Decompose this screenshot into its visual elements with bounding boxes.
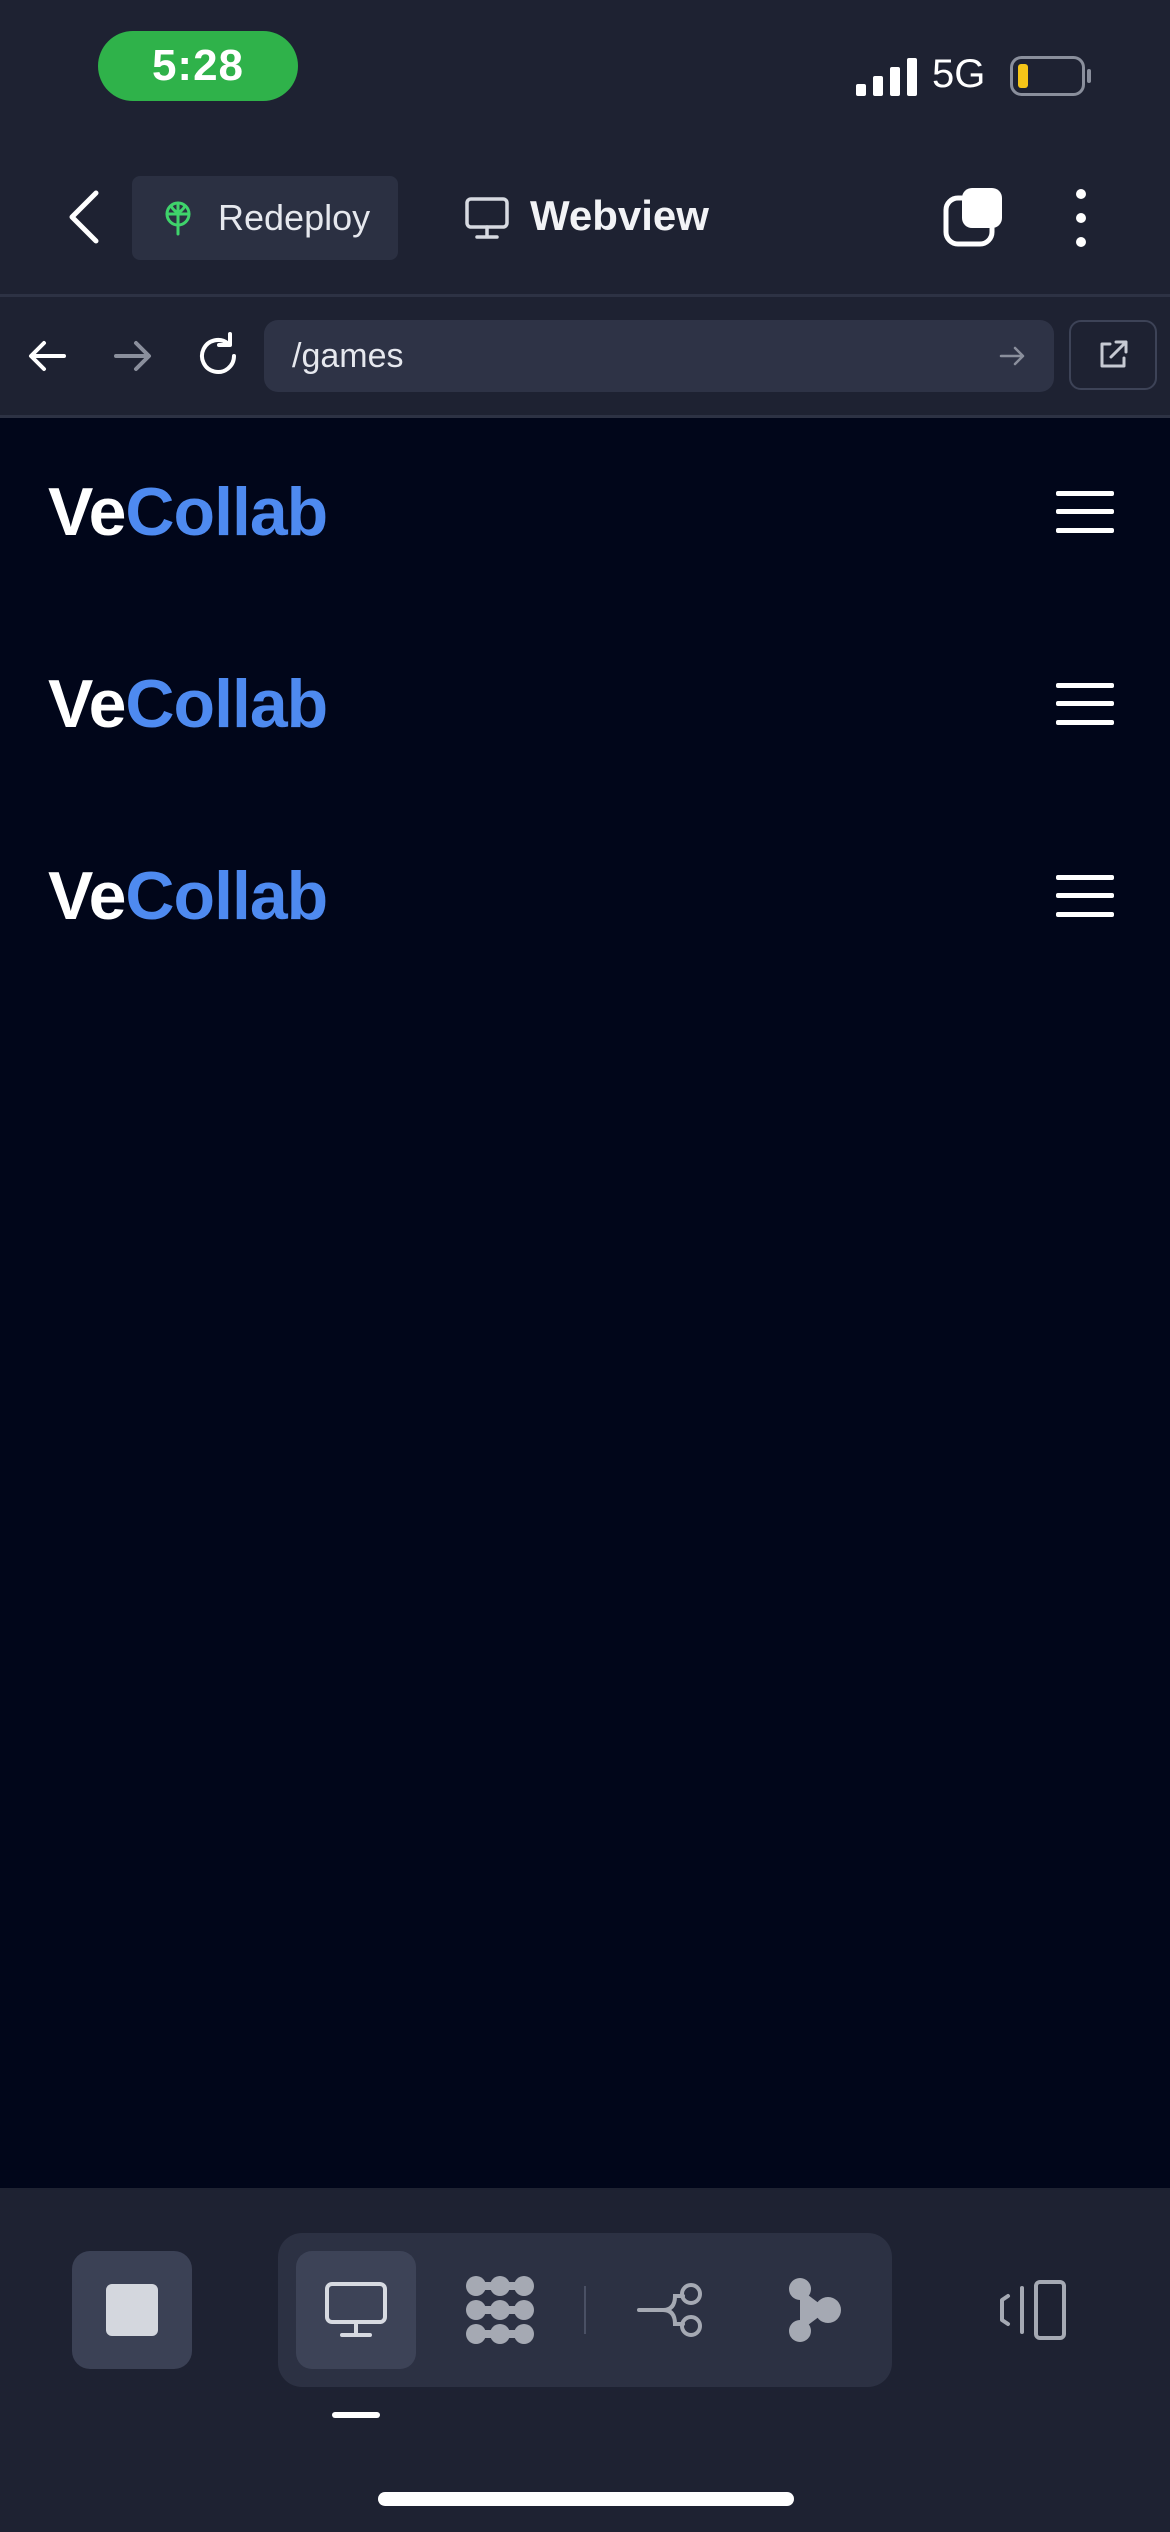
external-link-icon bbox=[1100, 340, 1128, 368]
status-time: 5:28 bbox=[98, 31, 298, 101]
site-header: VeCollab bbox=[0, 644, 1170, 764]
arrow-left-icon[interactable] bbox=[24, 333, 70, 379]
site-header: VeCollab bbox=[0, 452, 1170, 572]
panel-toggle-icon bbox=[1000, 2280, 1066, 2340]
assets-icon bbox=[466, 2276, 534, 2344]
home-indicator[interactable] bbox=[378, 2492, 794, 2506]
active-tool-indicator bbox=[332, 2412, 380, 2418]
more-options-icon[interactable] bbox=[1070, 186, 1092, 250]
logo-collab: Collab bbox=[125, 666, 328, 742]
site-logo[interactable]: VeCollab bbox=[48, 452, 328, 572]
site-header: VeCollab bbox=[0, 836, 1170, 956]
open-external-button[interactable] bbox=[1069, 320, 1157, 390]
tabs-icon[interactable] bbox=[942, 186, 1004, 248]
webview-icon bbox=[325, 2282, 387, 2337]
hamburger-menu-icon[interactable] bbox=[1056, 680, 1114, 728]
logo-collab: Collab bbox=[125, 858, 328, 934]
tool-separator bbox=[584, 2286, 586, 2334]
site-logo[interactable]: VeCollab bbox=[48, 644, 328, 764]
network-label: 5G bbox=[932, 52, 986, 96]
arrow-right-icon[interactable] bbox=[110, 333, 156, 379]
assets-tool-button[interactable] bbox=[440, 2251, 560, 2369]
graph-tool-button[interactable] bbox=[610, 2251, 730, 2369]
go-arrow-icon[interactable] bbox=[998, 341, 1028, 371]
pipeline-tool-button[interactable] bbox=[754, 2251, 874, 2369]
monitor-icon bbox=[465, 197, 509, 239]
hamburger-menu-icon[interactable] bbox=[1056, 872, 1114, 920]
battery-icon bbox=[1010, 56, 1091, 96]
url-text: /games bbox=[292, 336, 404, 375]
logo-collab: Collab bbox=[125, 474, 328, 550]
panel-toggle-button[interactable] bbox=[994, 2274, 1074, 2346]
redeploy-icon bbox=[165, 201, 191, 236]
reload-icon[interactable] bbox=[192, 330, 244, 382]
site-logo[interactable]: VeCollab bbox=[48, 836, 328, 956]
status-bar: 5:28 5G bbox=[0, 0, 1170, 140]
stop-icon bbox=[106, 2284, 158, 2336]
back-chevron-icon[interactable] bbox=[60, 185, 110, 249]
logo-ve: Ve bbox=[48, 666, 126, 742]
url-input[interactable]: /games bbox=[264, 320, 1054, 392]
logo-ve: Ve bbox=[48, 858, 126, 934]
webview-tool-button[interactable] bbox=[296, 2251, 416, 2369]
signal-icon bbox=[856, 58, 917, 96]
pipeline-icon bbox=[789, 2278, 841, 2342]
redeploy-button[interactable]: Redeploy bbox=[132, 176, 398, 260]
hamburger-menu-icon[interactable] bbox=[1056, 488, 1114, 536]
redeploy-label: Redeploy bbox=[218, 197, 371, 238]
graph-icon bbox=[637, 2283, 702, 2337]
stop-button[interactable] bbox=[72, 2251, 192, 2369]
page-title: Webview bbox=[530, 192, 709, 239]
logo-ve: Ve bbox=[48, 474, 126, 550]
